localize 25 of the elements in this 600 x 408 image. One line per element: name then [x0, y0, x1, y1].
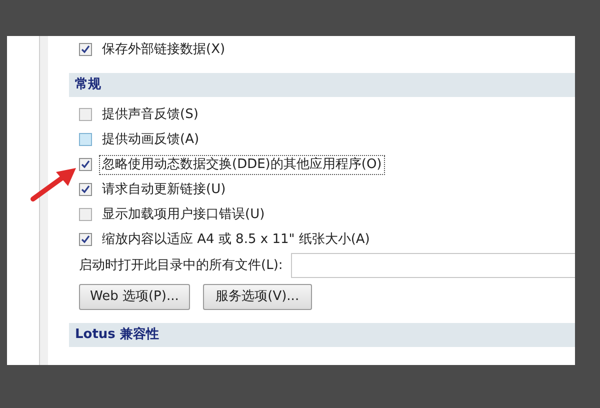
checkbox-label[interactable]: 缩放内容以适应 A4 或 8.5 x 11" 纸张大小(A) [99, 230, 373, 250]
checkbox[interactable] [79, 43, 92, 56]
checkbox[interactable] [79, 208, 92, 221]
check-icon [81, 185, 90, 194]
checkbox[interactable] [79, 158, 92, 171]
check-icon [81, 160, 90, 169]
options-button[interactable]: Web 选项(P)... [79, 284, 190, 310]
checkbox-label[interactable]: 提供声音反馈(S) [99, 104, 202, 124]
checkbox[interactable] [79, 108, 92, 121]
check-icon [81, 235, 90, 244]
checkbox-label[interactable]: 提供动画反馈(A) [99, 130, 202, 150]
arrow-icon [30, 166, 78, 202]
checkbox-label[interactable]: 保存外部链接数据(X) [99, 40, 228, 60]
check-icon [81, 45, 90, 54]
input-field[interactable] [290, 253, 575, 278]
checkbox-label[interactable]: 显示加载项用户接口错误(U) [99, 204, 268, 224]
options-button[interactable]: 服务选项(V)... [202, 284, 312, 310]
checkbox[interactable] [79, 233, 92, 246]
checkbox-label[interactable]: 请求自动更新链接(U) [99, 180, 229, 200]
section-header: 常规 [69, 73, 575, 97]
checkbox[interactable] [79, 183, 92, 196]
section-header: Lotus 兼容性 [69, 323, 575, 347]
checkbox[interactable] [79, 133, 92, 146]
checkbox-label[interactable]: 忽略使用动态数据交换(DDE)的其他应用程序(O) [99, 154, 385, 174]
field-label: 启动时打开此目录中的所有文件(L): [79, 256, 283, 275]
